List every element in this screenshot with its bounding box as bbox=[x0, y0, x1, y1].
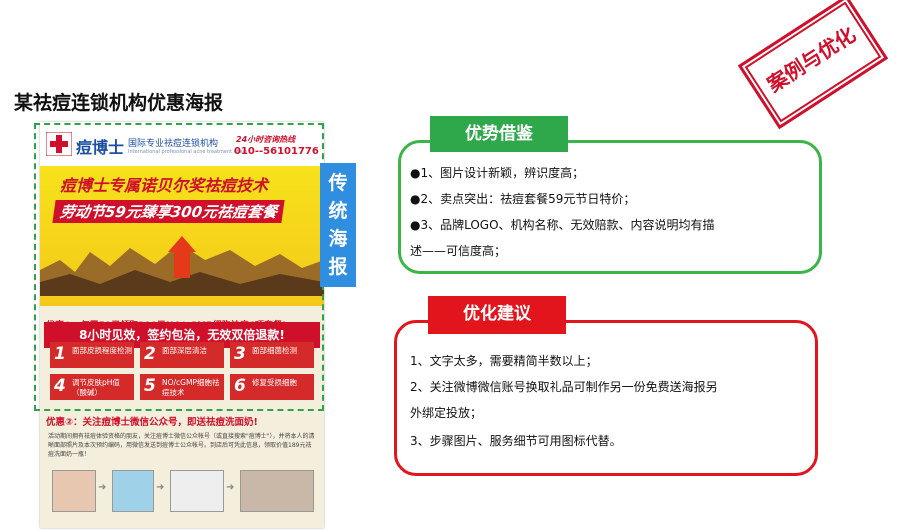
page-title: 某祛痘连锁机构优惠海报 bbox=[14, 92, 224, 114]
store-photo bbox=[240, 470, 314, 512]
arrow-right-icon: ➜ bbox=[98, 482, 107, 493]
tag-char: 统 bbox=[328, 200, 348, 222]
offer2-title: 优惠②：关注痘博士微信公众号，即送祛痘洗面奶! bbox=[46, 417, 258, 428]
stamp-badge: 案例与优化 bbox=[737, 0, 889, 130]
advantage-line: ●1、图片设计新颖，辨识度高； bbox=[410, 166, 585, 180]
advantage-line: ●3、品牌LOGO、机构名称、无效赔款、内容说明均有描 bbox=[410, 218, 715, 232]
advantage-line: ●2、卖点突出：祛痘套餐59元节日特价； bbox=[410, 192, 636, 206]
advantages-title: 优势借鉴 bbox=[430, 116, 568, 152]
optimization-line: 1、文字太多，需要精简半数以上； bbox=[410, 354, 598, 368]
optimization-line: 3、步骤图片、服务细节可用图标代替。 bbox=[410, 434, 622, 448]
wechat-screenshot bbox=[112, 470, 154, 512]
tag-char: 海 bbox=[328, 228, 348, 250]
chat-screenshot bbox=[170, 470, 224, 512]
optimization-line: 外绑定投放； bbox=[410, 406, 483, 420]
poster-highlight-frame bbox=[34, 123, 324, 411]
traditional-poster-tag: 传 统 海 报 bbox=[320, 163, 356, 287]
arrow-right-icon: ➜ bbox=[156, 482, 165, 493]
arrow-right-icon: ➜ bbox=[226, 482, 235, 493]
optimization-panel bbox=[394, 320, 818, 476]
advantage-line: 述——可信度高； bbox=[410, 244, 507, 258]
offer2-body: 活动期间拥有祛痘体验资格的朋友，关注痘博士微信公众帐号（或直接搜索"痘博士"），… bbox=[48, 433, 315, 458]
optimization-line: 2、关注微博微信账号换取礼品可制作另一份免费送海报另 bbox=[410, 380, 718, 394]
tag-char: 传 bbox=[328, 172, 348, 194]
face-photo bbox=[52, 470, 96, 512]
optimization-title: 优化建议 bbox=[428, 296, 566, 334]
tag-char: 报 bbox=[328, 256, 348, 278]
